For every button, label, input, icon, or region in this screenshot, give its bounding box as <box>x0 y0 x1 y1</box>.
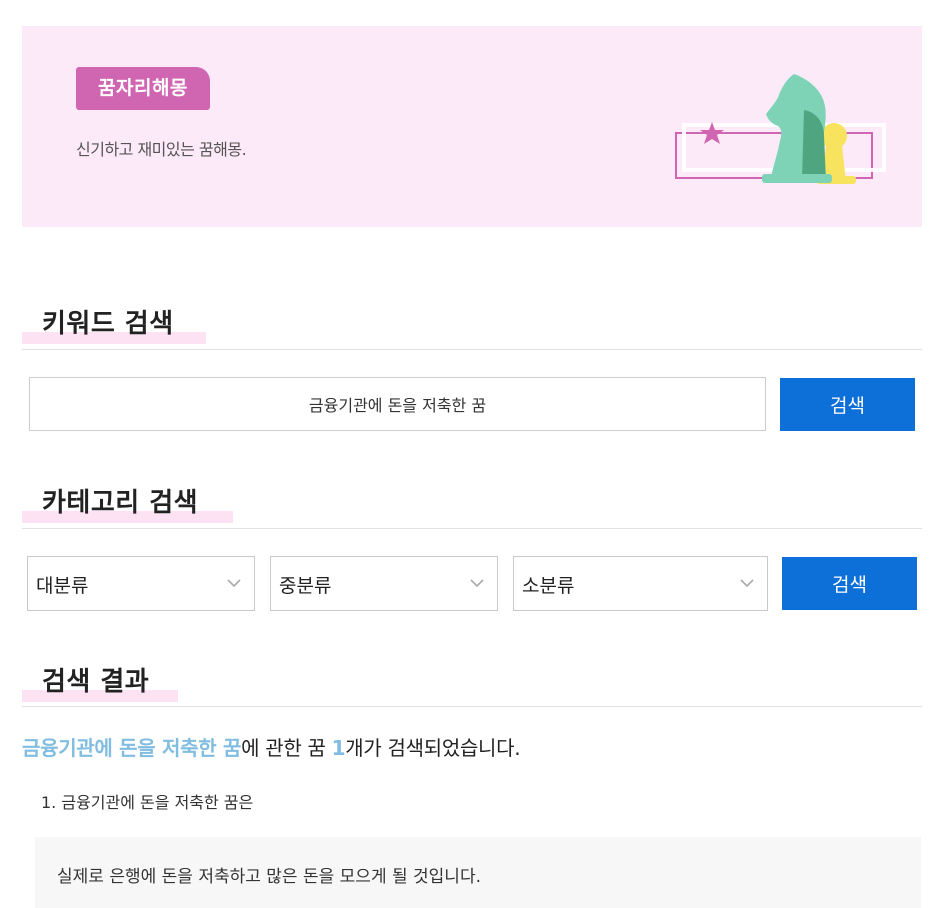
divider <box>22 349 922 350</box>
chevron-down-icon <box>740 579 754 588</box>
result-interpretation: 실제로 은행에 돈을 저축하고 많은 돈을 모으게 될 것입니다. <box>57 867 481 887</box>
divider <box>22 706 922 707</box>
chess-pieces-illustration <box>675 74 886 184</box>
results-heading: 검색 결과 <box>22 661 178 702</box>
select-value: 소분류 <box>522 575 575 597</box>
banner-description: 신기하고 재미있는 꿈해몽. <box>76 140 247 159</box>
category-search-heading: 카테고리 검색 <box>22 482 233 523</box>
major-category-select[interactable]: 대분류 <box>27 556 255 611</box>
result-summary-middle: 에 관한 꿈 <box>241 736 332 760</box>
banner-badge: 꿈자리해몽 <box>76 67 210 110</box>
middle-category-select[interactable]: 중분류 <box>270 556 498 611</box>
keyword-search-input[interactable] <box>29 377 766 431</box>
result-summary-suffix: 개가 검색되었습니다. <box>345 736 521 760</box>
minor-category-select[interactable]: 소분류 <box>513 556 768 611</box>
keyword-search-heading: 키워드 검색 <box>22 303 206 344</box>
result-item-title: 1. 금융기관에 돈을 저축한 꿈은 <box>41 793 254 812</box>
hero-banner: 꿈자리해몽 신기하고 재미있는 꿈해몽. <box>22 26 922 227</box>
chevron-down-icon <box>227 579 241 588</box>
chevron-down-icon <box>470 579 484 588</box>
result-count: 1 <box>331 736 346 760</box>
result-summary: 금융기관에 돈을 저축한 꿈에 관한 꿈 1개가 검색되었습니다. <box>22 732 521 761</box>
divider <box>22 528 922 529</box>
select-value: 대분류 <box>36 575 89 597</box>
keyword-search-button[interactable]: 검색 <box>780 378 915 431</box>
select-value: 중분류 <box>279 575 332 597</box>
result-keyword: 금융기관에 돈을 저축한 꿈 <box>22 736 242 760</box>
category-search-button[interactable]: 검색 <box>782 557 917 610</box>
result-item-body: 실제로 은행에 돈을 저축하고 많은 돈을 모으게 될 것입니다. <box>35 837 921 908</box>
